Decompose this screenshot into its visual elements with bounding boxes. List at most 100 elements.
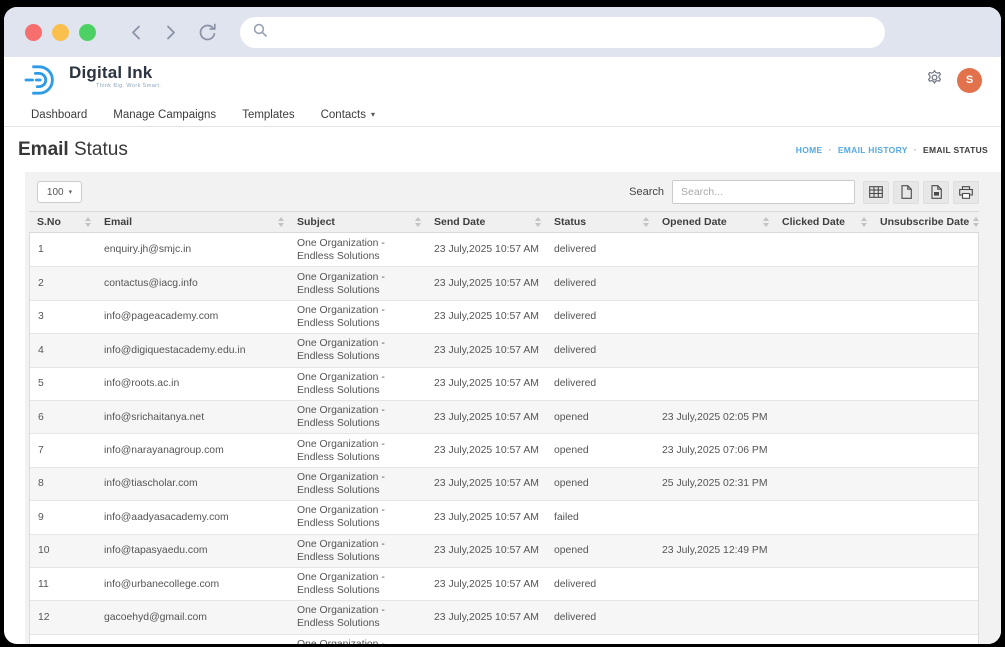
breadcrumb-item[interactable]: HOME — [796, 145, 823, 155]
cell-sno: 6 — [30, 409, 96, 426]
cell-email: info@narayanagroup.com — [96, 442, 289, 459]
gear-icon[interactable] — [926, 69, 943, 91]
cell-sno: 5 — [30, 375, 96, 392]
cell-email: info@roots.ac.in — [96, 375, 289, 392]
sort-icon[interactable] — [861, 217, 867, 227]
breadcrumb-item[interactable]: EMAIL HISTORY — [838, 145, 908, 155]
column-header-clicked-date[interactable]: Clicked Date — [774, 216, 872, 228]
cell-unsubscribe-date — [872, 549, 978, 553]
cell-status: delivered — [546, 308, 654, 325]
cell-send-date: 23 July,2025 10:57 AM — [426, 375, 546, 392]
table-search-input[interactable] — [672, 180, 855, 204]
breadcrumb: HOME · EMAIL HISTORY · EMAIL STATUS — [796, 145, 988, 155]
column-header-unsubscribe-date[interactable]: Unsubscribe Date — [872, 216, 979, 228]
browser-window: Digital Ink Think Big. Work Smart. S Das… — [4, 7, 1001, 644]
sort-icon[interactable] — [278, 217, 284, 227]
cell-opened-date: 23 July,2025 02:05 PM — [654, 409, 774, 426]
cell-status: delivered — [546, 576, 654, 593]
cell-unsubscribe-date — [872, 482, 978, 486]
sort-icon[interactable] — [415, 217, 421, 227]
cell-unsubscribe-date — [872, 449, 978, 453]
content-panel: 100 ▾ Search — [25, 172, 1001, 644]
cell-clicked-date — [774, 515, 872, 519]
cell-opened-date — [654, 382, 774, 386]
table-row: 11 info@urbanecollege.com One Organizati… — [30, 567, 978, 600]
cell-status: failed — [546, 642, 654, 644]
print-button[interactable] — [953, 181, 979, 204]
nav-item-contacts[interactable]: Contacts▾ — [321, 109, 375, 121]
sort-icon[interactable] — [973, 217, 979, 227]
column-header-s-no[interactable]: S.No — [29, 216, 96, 228]
cell-send-date: 23 July,2025 10:57 AM — [426, 241, 546, 258]
cell-status: opened — [546, 542, 654, 559]
cell-send-date: 23 July,2025 10:57 AM — [426, 642, 546, 644]
cell-sno: 11 — [30, 576, 96, 593]
close-window-button[interactable] — [25, 24, 42, 41]
table-row: 9 info@aadyasacademy.com One Organizatio… — [30, 500, 978, 533]
cell-sno: 12 — [30, 609, 96, 626]
cell-unsubscribe-date — [872, 382, 978, 386]
table-row: 5 info@roots.ac.in One Organization - En… — [30, 367, 978, 400]
cell-send-date: 23 July,2025 10:57 AM — [426, 275, 546, 292]
url-bar[interactable] — [240, 17, 885, 48]
cell-opened-date — [654, 248, 774, 252]
cell-sno: 1 — [30, 241, 96, 258]
sort-icon[interactable] — [535, 217, 541, 227]
digital-ink-logo[interactable]: Digital Ink Think Big. Work Smart. — [23, 63, 161, 97]
cell-status: opened — [546, 442, 654, 459]
page-size-select[interactable]: 100 ▾ — [37, 181, 82, 203]
cell-clicked-date — [774, 615, 872, 619]
column-header-subject[interactable]: Subject — [289, 216, 426, 228]
forward-icon[interactable] — [162, 24, 179, 41]
export-pdf-button[interactable] — [923, 181, 949, 204]
table-row: 12 gacoehyd@gmail.com One Organization -… — [30, 600, 978, 633]
nav-item-templates[interactable]: Templates — [242, 109, 294, 121]
export-excel-button[interactable] — [893, 181, 919, 204]
table-row: 6 info@srichaitanya.net One Organization… — [30, 400, 978, 433]
cell-email: info@pageacademy.com — [96, 308, 289, 325]
url-input[interactable] — [268, 25, 885, 39]
cell-clicked-date — [774, 482, 872, 486]
nav-item-dashboard[interactable]: Dashboard — [31, 109, 87, 121]
zoom-window-button[interactable] — [79, 24, 96, 41]
cell-send-date: 23 July,2025 10:57 AM — [426, 542, 546, 559]
cell-clicked-date — [774, 315, 872, 319]
breadcrumb-separator: · — [829, 145, 832, 155]
back-icon[interactable] — [128, 24, 145, 41]
cell-unsubscribe-date — [872, 515, 978, 519]
column-header-send-date[interactable]: Send Date — [426, 216, 546, 228]
cell-clicked-date — [774, 549, 872, 553]
cell-send-date: 23 July,2025 10:57 AM — [426, 609, 546, 626]
cell-send-date: 23 July,2025 10:57 AM — [426, 576, 546, 593]
table-header-row: S.No Email Subject Send Date Status Open… — [29, 211, 979, 233]
cell-sno: 2 — [30, 275, 96, 292]
sort-icon[interactable] — [643, 217, 649, 227]
table-row: 7 info@narayanagroup.com One Organizatio… — [30, 433, 978, 466]
cell-status: failed — [546, 509, 654, 526]
sort-icon[interactable] — [763, 217, 769, 227]
user-avatar[interactable]: S — [957, 68, 982, 93]
cell-subject: One Organization - Endless Solutions — [289, 269, 426, 299]
cell-subject: One Organization - Endless Solutions — [289, 402, 426, 432]
breadcrumb-item: EMAIL STATUS — [923, 145, 988, 155]
column-header-opened-date[interactable]: Opened Date — [654, 216, 774, 228]
table-row: 13 info@ssaraswathi.com One Organization… — [30, 634, 978, 644]
cell-email: gacoehyd@gmail.com — [96, 609, 289, 626]
refresh-icon[interactable] — [196, 21, 219, 44]
column-header-status[interactable]: Status — [546, 216, 654, 228]
search-icon — [252, 22, 268, 43]
minimize-window-button[interactable] — [52, 24, 69, 41]
nav-item-manage-campaigns[interactable]: Manage Campaigns — [113, 109, 216, 121]
cell-send-date: 23 July,2025 10:57 AM — [426, 342, 546, 359]
sort-icon[interactable] — [85, 217, 91, 227]
cell-unsubscribe-date — [872, 415, 978, 419]
column-header-email[interactable]: Email — [96, 216, 289, 228]
cell-opened-date — [654, 282, 774, 286]
cell-status: delivered — [546, 342, 654, 359]
cell-subject: One Organization - Endless Solutions — [289, 536, 426, 566]
cell-opened-date: 25 July,2025 02:31 PM — [654, 475, 774, 492]
browser-chrome — [4, 7, 1001, 57]
copy-table-button[interactable] — [863, 181, 889, 204]
table-body: 1 enquiry.jh@smjc.in One Organization - … — [29, 233, 979, 644]
cell-subject: One Organization - Endless Solutions — [289, 369, 426, 399]
